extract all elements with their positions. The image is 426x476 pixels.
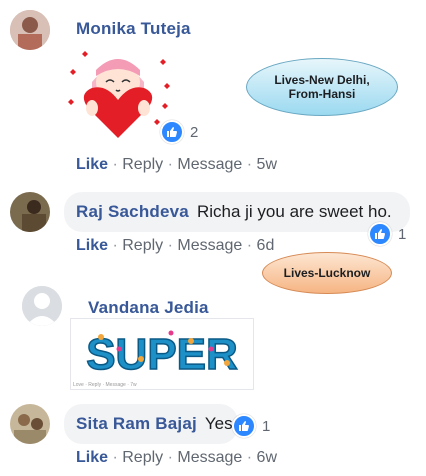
message-link[interactable]: Message xyxy=(177,449,242,466)
comment-author[interactable]: Vandana Jedia xyxy=(88,298,209,318)
reaction-summary[interactable]: 1 xyxy=(232,414,270,438)
heart-girl-sticker-icon xyxy=(68,51,170,138)
avatar-photo-icon xyxy=(10,10,50,50)
super-graphic-icon: SUPER xyxy=(85,329,238,380)
comment-bubble: Raj Sachdeva Richa ji you are sweet ho. xyxy=(64,192,410,232)
like-link[interactable]: Like xyxy=(76,449,108,466)
reply-link[interactable]: Reply xyxy=(122,237,163,254)
location-callout: Lives-New Delhi, From-Hansi xyxy=(246,58,398,116)
comment-bubble: Sita Ram Bajaj Yes xyxy=(64,404,238,444)
location-callout: Lives-Lucknow xyxy=(262,252,392,294)
message-link[interactable]: Message xyxy=(177,156,242,173)
sticker-image xyxy=(64,42,172,142)
comment-author[interactable]: Sita Ram Bajaj xyxy=(76,414,197,434)
comment-actions: Like · Reply · Message · 6d xyxy=(76,237,275,254)
like-reaction-icon xyxy=(160,120,184,144)
avatar-raj[interactable] xyxy=(10,192,50,232)
comment-actions: Like · Reply · Message · 5w xyxy=(76,156,277,173)
reaction-summary[interactable]: 2 xyxy=(160,120,198,144)
avatar-sita[interactable] xyxy=(10,404,50,444)
callout-text: Lives-New Delhi, From-Hansi xyxy=(274,73,370,101)
comment-actions: Like · Reply · Message · 6w xyxy=(76,449,277,466)
timestamp[interactable]: 6d xyxy=(257,237,275,254)
callout-text: Lives-Lucknow xyxy=(283,266,371,280)
reply-link[interactable]: Reply xyxy=(122,449,163,466)
comment-text: Yes xyxy=(204,414,233,433)
comment-text: Richa ji you are sweet ho. xyxy=(196,202,392,221)
reaction-summary[interactable]: 1 xyxy=(368,222,406,246)
reaction-count: 1 xyxy=(262,417,271,435)
like-reaction-icon xyxy=(232,414,256,438)
like-link[interactable]: Like xyxy=(76,156,108,173)
avatar-monika[interactable] xyxy=(10,10,50,50)
comment-image: SUPER Love · Reply · Message · 7w xyxy=(70,318,254,390)
message-link[interactable]: Message xyxy=(177,237,242,254)
reply-link[interactable]: Reply xyxy=(122,156,163,173)
timestamp[interactable]: 5w xyxy=(257,156,277,173)
comment-author[interactable]: Raj Sachdeva xyxy=(76,202,189,222)
image-caption: Love · Reply · Message · 7w xyxy=(73,382,137,388)
reaction-count: 1 xyxy=(398,225,407,243)
timestamp[interactable]: 6w xyxy=(257,449,277,466)
reaction-count: 2 xyxy=(190,123,199,141)
avatar-photo-icon xyxy=(10,404,50,444)
avatar-vandana[interactable] xyxy=(22,286,62,326)
like-reaction-icon xyxy=(368,222,392,246)
default-avatar-icon xyxy=(22,286,62,326)
image-text: SUPER xyxy=(86,330,238,379)
avatar-photo-icon xyxy=(10,192,50,232)
comment-author[interactable]: Monika Tuteja xyxy=(76,19,191,39)
like-link[interactable]: Like xyxy=(76,237,108,254)
